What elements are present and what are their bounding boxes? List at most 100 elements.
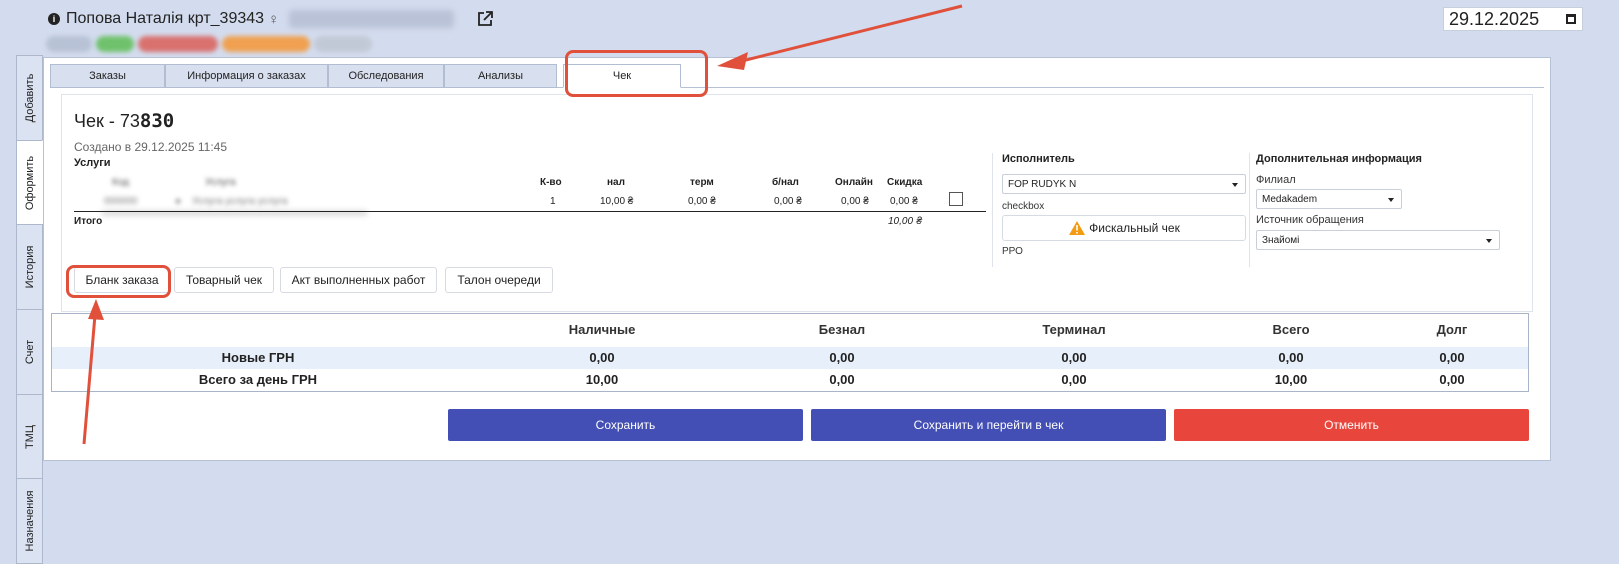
column-divider [992,153,993,267]
check-card: Чек - 73830 Создано в 29.12.2025 11:45 У… [61,94,1533,312]
side-tabs: Добавить Оформить История Счет ТМЦ Назна… [16,55,43,564]
side-tab-history[interactable]: История [16,224,43,310]
column-header-noncash: б/нал [772,177,799,188]
blurred-cell: Услуга услуга услуга [192,196,288,207]
tab-analyses[interactable]: Анализы [444,64,557,88]
cell-total: 0,00 [1278,350,1304,365]
side-tab-checkout[interactable]: Оформить [16,139,43,225]
column-header-qty: К-во [540,177,562,188]
save-and-go-to-check-button[interactable]: Сохранить и перейти в чек [811,409,1166,441]
header-terminal: Терминал [1042,322,1106,337]
cell-debt: 0,00 [1439,350,1465,365]
row-label: Всего за день ГРН [198,372,318,387]
cell-qty: 1 [550,196,556,207]
cell-terminal: 0,00 [1061,372,1087,387]
goods-receipt-button[interactable]: Товарный чек [174,267,274,293]
header-total: Всего [1272,322,1310,337]
tab-examinations[interactable]: Обследования [328,64,444,88]
executor-title: Исполнитель [1002,153,1075,165]
executor-select[interactable]: FOP RUDYK N [1002,174,1246,194]
cancel-button[interactable]: Отменить [1174,409,1529,441]
top-tabs: Заказы Информация о заказах Обследования… [50,64,1544,88]
source-value: Знайомі [1262,234,1300,246]
side-tab-goods[interactable]: ТМЦ [16,393,43,479]
column-header-discount: Скидка [887,177,923,188]
header-noncash: Безнал [818,322,866,337]
executor-sublabel: checkbox [1002,201,1045,212]
branch-label: Филиал [1256,174,1296,186]
main-panel: Заказы Информация о заказах Обследования… [43,57,1551,461]
cell-terminal: 0,00 ₴ [688,196,716,207]
blurred-tag [314,36,372,52]
info-icon[interactable]: i [48,13,60,25]
date-value: 29.12.2025 [1449,8,1540,29]
blurred-tag [138,36,218,52]
blurred-cell: ● [175,196,182,207]
patient-name: Попова Наталія крт_39343 [66,10,265,27]
cell-noncash: 0,00 [829,350,855,365]
column-divider [1249,153,1250,267]
cell-noncash: 0,00 [829,372,855,387]
warning-icon [1069,221,1086,235]
cell-cash: 0,00 [589,350,615,365]
tab-orders[interactable]: Заказы [50,64,165,88]
cell-terminal: 0,00 [1061,350,1087,365]
blurred-column-header: Услуга [205,177,236,188]
side-tab-label: Добавить [23,73,36,123]
check-title: Чек - 73830 [74,110,174,132]
external-link-icon[interactable] [476,10,494,28]
chevron-down-icon [1486,239,1492,243]
tab-label: Информация о заказах [187,70,306,82]
rro-label: РРО [1002,246,1023,257]
chevron-down-icon [1388,198,1394,202]
side-tab-prescriptions[interactable]: Назначения [16,478,43,564]
calendar-icon[interactable] [1566,14,1576,24]
table-row: Всего за день ГРН 10,00 0,00 0,00 10,00 … [52,369,1528,391]
blurred-cell: 000000 [104,196,138,207]
queue-ticket-button[interactable]: Талон очереди [445,267,553,293]
work-act-button[interactable]: Акт выполненных работ [280,267,437,293]
fiscal-check-label: Фискальный чек [1089,221,1180,235]
blurred-tag [96,36,134,52]
cell-total: 10,00 [1274,372,1308,387]
header-cash: Наличные [568,322,636,337]
date-picker[interactable]: 29.12.2025 [1443,7,1583,31]
side-tab-add[interactable]: Добавить [16,55,43,140]
source-select[interactable]: Знайомі [1256,230,1500,250]
chevron-down-icon [1232,183,1238,187]
female-gender-icon: ♀ [268,10,280,28]
table-row: Новые ГРН 0,00 0,00 0,00 0,00 0,00 [52,347,1528,369]
total-label: Итого [74,216,103,227]
save-button[interactable]: Сохранить [448,409,803,441]
column-header-online: Онлайн [835,177,873,188]
cell-cash: 10,00 [585,372,619,387]
row-label: Новые ГРН [221,350,295,365]
tab-label: Анализы [477,70,524,82]
blurred-tag [46,36,92,52]
side-tab-label: Назначения [23,490,36,552]
column-header-cash: нал [607,177,625,188]
tab-order-info[interactable]: Информация о заказах [165,64,328,88]
cell-online: 0,00 ₴ [841,196,869,207]
check-title-prefix: Чек - 73 [74,111,140,131]
header-debt: Долг [1436,322,1468,337]
fiscal-check-button[interactable]: Фискальный чек [1002,215,1246,241]
row-checkbox[interactable] [949,192,963,206]
total-value: 10,00 ₴ [888,216,923,227]
cell-discount: 0,00 ₴ [890,196,918,207]
check-number: 830 [139,110,175,132]
side-tab-invoice[interactable]: Счет [16,309,43,394]
tab-label: Заказы [89,70,126,82]
cell-debt: 0,00 [1439,372,1465,387]
additional-info-title: Дополнительная информация [1256,153,1422,165]
side-tab-label: История [23,245,36,289]
totals-table: Наличные Безнал Терминал Всего Долг Новы… [51,313,1529,392]
branch-value: Medakadem [1262,193,1318,205]
patient-header: i Попова Наталія крт_39343 ♀ [48,6,494,32]
blurred-tag [222,36,310,52]
branch-select[interactable]: Medakadem [1256,189,1402,209]
created-at: Создано в 29.12.2025 11:45 [74,140,227,154]
services-label: Услуги [74,157,111,169]
blurred-phone [289,10,455,28]
annotation-arrow-to-tab [737,4,963,64]
